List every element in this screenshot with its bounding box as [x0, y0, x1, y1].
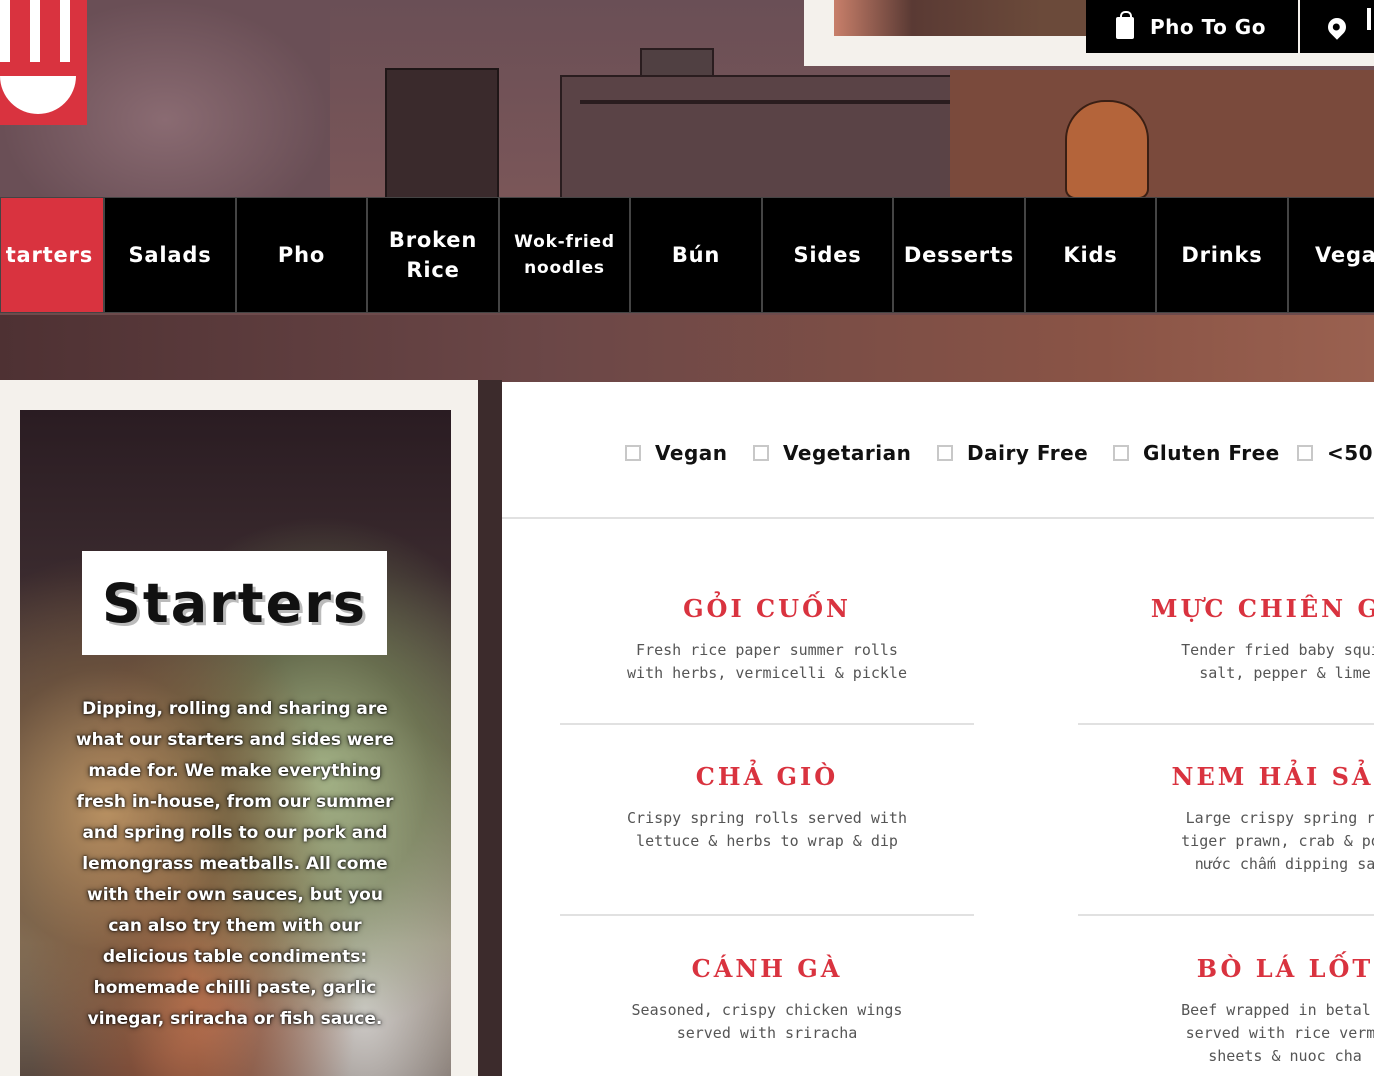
- dish-name: MỰC CHIÊN GIÒ: [1150, 594, 1374, 623]
- menu-panel: Vegan Vegetarian Dairy Free Gluten Free …: [502, 382, 1374, 1076]
- dish-description: Crispy spring rolls served with lettuce …: [627, 809, 907, 850]
- tab-salads[interactable]: Salads: [104, 197, 236, 313]
- section-title-box: Starters: [82, 551, 387, 655]
- filter-under-500[interactable]: <500: [1297, 441, 1374, 465]
- divider: [1078, 723, 1374, 725]
- category-nav: tarters Salads Pho Broken Rice Wok-fried…: [0, 197, 1374, 315]
- dish-description: Beef wrapped in betal l served with rice…: [1181, 1001, 1374, 1065]
- menu-item[interactable]: NEM HẢI SẢN Large crispy spring ro tiger…: [1078, 762, 1374, 876]
- tab-broken-rice[interactable]: Broken Rice: [367, 197, 499, 313]
- filter-gluten-free[interactable]: Gluten Free: [1113, 441, 1280, 465]
- filter-label: Gluten Free: [1143, 441, 1280, 465]
- dish-name: CHẢ GIÒ: [695, 762, 839, 791]
- tab-wok-fried-noodles[interactable]: Wok-fried noodles: [499, 197, 630, 313]
- checkbox[interactable]: [1297, 445, 1313, 461]
- dish-description: Seasoned, crispy chicken wings served wi…: [631, 1001, 903, 1042]
- filter-vegetarian[interactable]: Vegetarian: [753, 441, 911, 465]
- menu-item[interactable]: BÒ LÁ LỐT Beef wrapped in betal l served…: [1078, 954, 1374, 1068]
- divider: [560, 914, 974, 916]
- background-balcony: [560, 75, 964, 202]
- pho-to-go-label: Pho To Go: [1150, 14, 1266, 39]
- background-building: [950, 70, 1374, 198]
- pho-to-go-button[interactable]: Pho To Go: [1086, 0, 1298, 53]
- divider: [560, 723, 974, 725]
- fork-tine: [30, 0, 40, 62]
- filter-label: Vegan: [655, 441, 728, 465]
- dish-name: BÒ LÁ LỐT: [1196, 954, 1374, 983]
- menu-item[interactable]: GỎI CUỐN Fresh rice paper summer rolls w…: [560, 594, 974, 685]
- checkbox[interactable]: [753, 445, 769, 461]
- shopping-bag-icon: [1116, 10, 1134, 39]
- filter-label: Dairy Free: [967, 441, 1089, 465]
- tab-sides[interactable]: Sides: [762, 197, 893, 313]
- divider: [1078, 914, 1374, 916]
- checkbox[interactable]: [937, 445, 953, 461]
- filter-label: <500: [1327, 441, 1374, 465]
- menu-item[interactable]: MỰC CHIÊN GIÒ Tender fried baby squid sa…: [1078, 594, 1374, 685]
- diet-filters: Vegan Vegetarian Dairy Free Gluten Free …: [502, 382, 1374, 519]
- section-intro: Dipping, rolling and sharing are what ou…: [75, 699, 395, 1029]
- location-pin-icon: [1324, 13, 1350, 40]
- tab-desserts[interactable]: Desserts: [893, 197, 1025, 313]
- background-strip: [0, 315, 1374, 385]
- dish-description: Tender fried baby squid salt, pepper & l…: [1181, 641, 1374, 682]
- dish-name: NEM HẢI SẢN: [1171, 762, 1374, 791]
- filter-dairy-free[interactable]: Dairy Free: [937, 441, 1088, 465]
- location-label-edge: [1367, 8, 1371, 30]
- location-button[interactable]: [1300, 0, 1374, 53]
- tab-pho[interactable]: Pho: [236, 197, 367, 313]
- checkbox[interactable]: [625, 445, 641, 461]
- dish-name: CÁNH GÀ: [691, 954, 843, 983]
- section-title: Starters: [102, 571, 367, 635]
- menu-item[interactable]: CHẢ GIÒ Crispy spring rolls served with …: [560, 762, 974, 853]
- logo-fork-icon[interactable]: [0, 0, 87, 125]
- fork-tine: [60, 0, 70, 62]
- tab-kids[interactable]: Kids: [1025, 197, 1156, 313]
- background-lamp: [1065, 100, 1149, 199]
- filter-vegan[interactable]: Vegan: [625, 441, 728, 465]
- filter-label: Vegetarian: [783, 441, 912, 465]
- checkbox[interactable]: [1113, 445, 1129, 461]
- tab-starters[interactable]: tarters: [0, 197, 104, 313]
- fork-bowl: [0, 76, 76, 114]
- tab-bun[interactable]: Bún: [630, 197, 762, 313]
- fork-tine: [0, 0, 10, 62]
- header-photo: [834, 0, 1094, 36]
- tab-drinks[interactable]: Drinks: [1156, 197, 1288, 313]
- background-railing: [580, 100, 950, 104]
- background-building: [385, 68, 499, 202]
- background-column: [478, 380, 502, 1076]
- dish-name: GỎI CUỐN: [683, 594, 851, 623]
- menu-item[interactable]: CÁNH GÀ Seasoned, crispy chicken wings s…: [560, 954, 974, 1045]
- dish-description: Large crispy spring ro tiger prawn, crab…: [1181, 809, 1374, 873]
- tab-vegan[interactable]: Vega: [1288, 197, 1374, 313]
- dish-description: Fresh rice paper summer rolls with herbs…: [627, 641, 907, 682]
